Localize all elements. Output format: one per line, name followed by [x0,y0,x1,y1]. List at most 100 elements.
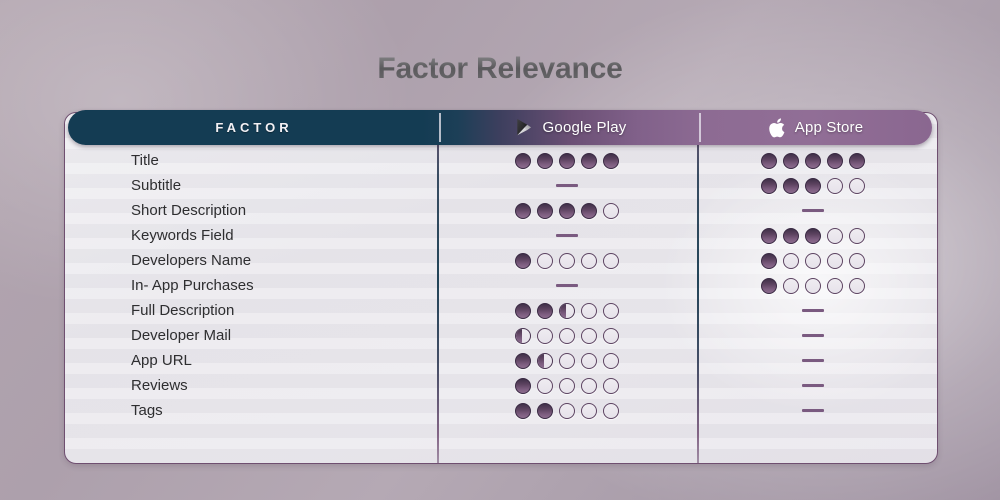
rating-dot [805,152,821,169]
google-play-rating [515,402,619,419]
rating-dot [537,402,553,419]
column-header-factor-label: FACTOR [215,120,293,135]
google-play-rating [515,377,619,394]
rating-dot [603,202,619,219]
google-play-rating [515,327,619,344]
row-label: Title [131,152,159,169]
rating-dot [849,177,865,194]
app-store-dash [802,384,824,387]
app-store-rating [761,227,865,244]
rating-dot [581,402,597,419]
rating-dot [537,327,553,344]
cell-google-play [437,373,697,398]
cell-app-store [697,173,929,198]
google-play-dash [556,234,578,237]
rating-dot [515,302,531,319]
app-store-rating [761,177,865,194]
rating-dot [581,327,597,344]
cell-google-play [437,348,697,373]
rating-dot [603,352,619,369]
google-play-dash [556,184,578,187]
row-label: Keywords Field [131,227,234,244]
rating-dot [603,302,619,319]
column-header-google-play[interactable]: Google Play [440,110,700,145]
rating-dot [805,177,821,194]
column-header-app-store-label: App Store [794,119,864,136]
row-label: Short Description [131,202,247,219]
row-label: Full Description [131,302,235,319]
row-label: App URL [131,352,192,369]
table-row: Reviews [65,373,937,398]
cell-app-store [697,248,929,273]
rating-dot [581,377,597,394]
cell-google-play [437,248,697,273]
rating-dot [581,352,597,369]
rating-dot [761,227,777,244]
table-row: App URL [65,348,937,373]
app-store-dash [802,334,824,337]
rating-dot [783,227,799,244]
rating-dot [537,252,553,269]
cell-google-play [437,323,697,348]
rating-dot [603,377,619,394]
google-play-rating [515,252,619,269]
rating-dot [827,277,843,294]
cell-google-play [437,173,697,198]
rating-dot [537,302,553,319]
rating-dot [537,352,553,369]
cell-google-play [437,273,697,298]
column-header-google-play-label: Google Play [542,119,627,136]
rating-dot [849,277,865,294]
rating-dot [559,352,575,369]
table-row: Subtitle [65,173,937,198]
column-header-factor[interactable]: FACTOR [68,110,440,145]
row-label: Tags [131,402,163,419]
rating-dot [537,202,553,219]
rating-dot [849,227,865,244]
rating-dot [805,252,821,269]
row-label: Developers Name [131,252,252,269]
rating-dot [581,202,597,219]
rating-dot [783,177,799,194]
table-body: Title Subtitle Short Description Keywords F… [65,148,937,423]
google-play-rating [515,152,619,169]
rating-dot [559,302,575,319]
rating-dot [515,152,531,169]
cell-app-store [697,223,929,248]
row-label: Developer Mail [131,327,232,344]
page-title: Factor Relevance [0,52,1000,86]
cell-google-play [437,148,697,173]
rating-dot [827,152,843,169]
google-play-icon [514,117,536,139]
rating-dot [559,152,575,169]
row-label: In- App Purchases [131,277,254,294]
table-row: Developer Mail [65,323,937,348]
rating-dot [537,377,553,394]
rating-dot [805,277,821,294]
column-header-app-store[interactable]: App Store [700,110,932,145]
cell-google-play [437,398,697,423]
app-store-rating [761,252,865,269]
rating-dot [537,152,553,169]
rating-dot [783,252,799,269]
rating-dot [515,377,531,394]
google-play-rating [515,352,619,369]
rating-dot [827,177,843,194]
rating-dot [581,302,597,319]
app-store-rating [761,152,865,169]
rating-dot [761,277,777,294]
rating-dot [581,152,597,169]
table-row: Keywords Field [65,223,937,248]
rating-dot [805,227,821,244]
cell-app-store [697,373,929,398]
cell-app-store [697,398,929,423]
cell-app-store [697,273,929,298]
poster-stage: Factor Relevance Title Subtitle Short Desc… [0,0,1000,500]
table-row: Tags [65,398,937,423]
rating-dot [783,152,799,169]
table-header-bar: FACTOR Google Play App Store [68,110,932,145]
rating-dot [783,277,799,294]
cell-app-store [697,298,929,323]
rating-dot [559,377,575,394]
row-label: Subtitle [131,177,182,194]
